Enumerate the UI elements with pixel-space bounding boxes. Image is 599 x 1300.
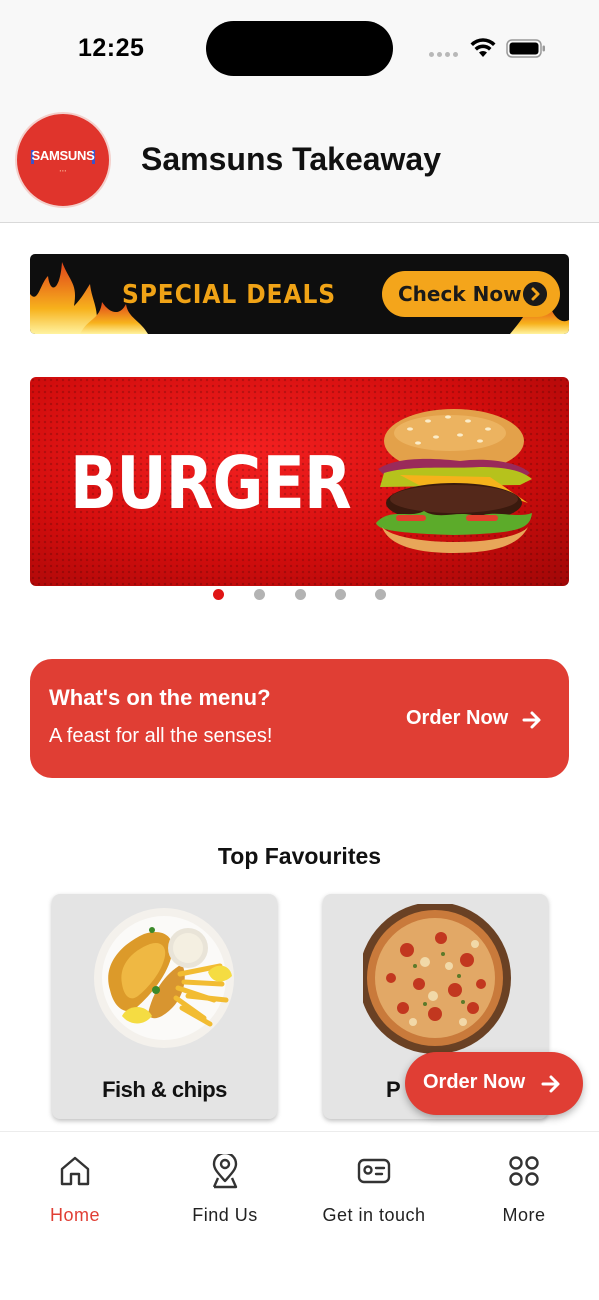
brand-logo[interactable]: SAMSUNS ▪ ▪ ▪: [15, 112, 111, 208]
tab-find-us[interactable]: Find Us: [150, 1132, 300, 1242]
favourites-heading: Top Favourites: [217, 843, 382, 869]
check-now-label: Check Now: [398, 282, 522, 306]
wifi-icon: [470, 38, 496, 57]
status-time: 12:25: [78, 34, 145, 62]
arrow-right-icon: [522, 711, 541, 729]
pager-dot[interactable]: [375, 589, 386, 600]
tab-get-in-touch[interactable]: Get in touch: [299, 1132, 449, 1242]
order-now-floating-button[interactable]: Order Now: [405, 1052, 583, 1115]
contact-card-icon: [357, 1158, 391, 1184]
bottom-tab-bar: Home Find Us Get in touch More: [0, 1131, 599, 1300]
location-pin-icon: [212, 1154, 238, 1189]
cellular-signal-icon: [429, 52, 459, 58]
chevron-right-circle-icon: [523, 282, 547, 306]
tab-label: Get in touch: [322, 1205, 426, 1225]
status-bar: 12:25: [0, 0, 599, 96]
order-now-label: Order Now: [423, 1071, 526, 1093]
app-header: SAMSUNS ▪ ▪ ▪ Samsuns Takeaway: [0, 96, 599, 223]
tab-more[interactable]: More: [449, 1132, 599, 1242]
pager-dot[interactable]: [295, 589, 306, 600]
menu-card-subtitle: A feast for all the senses!: [49, 725, 273, 747]
pager-dot[interactable]: [254, 589, 265, 600]
arrow-right-icon: [541, 1075, 560, 1093]
menu-promo-card[interactable]: What's on the menu? A feast for all the …: [30, 659, 569, 778]
tab-label: More: [502, 1205, 546, 1225]
tab-label: Find Us: [192, 1205, 258, 1225]
favourite-label: Fish & chips: [102, 1077, 227, 1102]
grid-icon: [509, 1156, 539, 1186]
check-now-button[interactable]: Check Now: [382, 271, 560, 317]
tab-label: Home: [49, 1205, 100, 1225]
menu-card-title: What's on the menu?: [49, 685, 271, 710]
pager-dot[interactable]: [335, 589, 346, 600]
tab-home[interactable]: Home: [0, 1132, 150, 1242]
logo-decoration: ▪ ▪ ▪: [59, 168, 67, 173]
logo-text: SAMSUNS: [31, 148, 95, 163]
special-deals-banner[interactable]: SPECIAL DEALS Check Now: [30, 254, 569, 334]
home-icon: [60, 1156, 90, 1186]
app-title: Samsuns Takeaway: [141, 141, 442, 177]
fish-and-chips-image: [94, 908, 234, 1048]
burger-image: [376, 409, 532, 553]
dynamic-island: [206, 21, 393, 76]
menu-order-now-link[interactable]: Order Now: [406, 707, 508, 730]
pager-dot[interactable]: [213, 589, 224, 600]
promo-carousel[interactable]: BURGER: [30, 377, 569, 586]
carousel-slide-title: BURGER: [70, 441, 352, 525]
battery-icon: [506, 39, 545, 58]
favourite-card-fish-and-chips[interactable]: Fish & chips: [52, 894, 277, 1119]
deals-title: SPECIAL DEALS: [122, 280, 337, 310]
pizza-image: [363, 904, 511, 1054]
